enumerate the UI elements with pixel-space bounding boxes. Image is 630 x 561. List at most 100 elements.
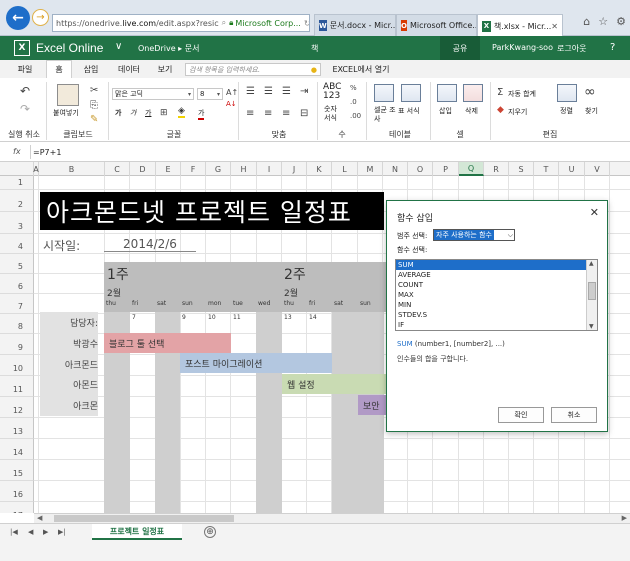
help-icon[interactable]: ? [610,42,615,53]
delete-cells-icon[interactable] [463,84,483,102]
back-button[interactable]: ← [6,6,30,30]
first-sheet-icon[interactable]: |◀ [10,528,18,536]
browser-tab[interactable]: X 책.xlsx - Micr... ✕ [477,14,563,37]
scroll-down-icon[interactable]: ▼ [589,323,594,330]
grow-font-icon[interactable]: A↑ [226,88,238,97]
number-format-icon[interactable]: ABC 123 [323,83,341,101]
function-item[interactable]: COUNT [396,280,586,290]
align-bottom-icon[interactable]: ☰ [282,86,291,97]
formula-input[interactable]: =P7+1 [30,145,618,159]
browser-tab[interactable]: W 문서.docx - Micr... [314,14,396,36]
bold-button[interactable]: 가 [115,108,121,118]
function-item[interactable]: MIN [396,300,586,310]
row-header[interactable]: 6 [0,274,34,294]
eraser-icon[interactable]: ◆ [497,105,504,115]
function-item[interactable]: IF [396,320,586,330]
sheet-title[interactable]: 아크몬드넷 프로젝트 일정표 [40,192,384,230]
address-bar[interactable]: https://onedrive.live.com/edit.aspx?resi… [52,14,310,32]
column-header[interactable]: D [130,162,156,176]
person-label[interactable]: 박광수 [40,337,98,350]
day-number[interactable]: 7 [132,314,136,321]
find-button[interactable]: 찾기 [585,106,598,116]
row-header[interactable]: 9 [0,334,34,355]
function-item[interactable]: STDEV.S [396,310,586,320]
person-label[interactable]: 아몬드 [40,378,98,391]
column-header[interactable]: G [206,162,231,176]
autosum-icon[interactable]: Σ [497,87,503,98]
align-middle-icon[interactable]: ☰ [264,86,273,97]
insert-cells-icon[interactable] [437,84,457,102]
home-icon[interactable]: ⌂ [583,15,590,28]
align-right-icon[interactable]: ≡ [282,108,290,119]
function-item[interactable]: AVERAGE [396,270,586,280]
underline-button[interactable]: 가 [145,108,151,118]
column-header[interactable]: H [231,162,257,176]
day-number[interactable]: 13 [284,314,292,321]
redo-icon[interactable]: ↷ [20,102,30,116]
category-select[interactable]: 자주 사용하는 함수 ⌵ [433,229,515,241]
close-tab-icon[interactable]: ✕ [551,22,558,31]
scroll-thumb[interactable] [54,515,234,522]
row-header[interactable]: 1 [0,176,34,190]
forward-button[interactable]: → [32,9,49,26]
task-bar[interactable]: 웹 설정 [282,374,392,394]
format-painter-icon[interactable]: ✎ [90,114,98,125]
row-header[interactable]: 7 [0,294,34,314]
wrap-text-icon[interactable]: ⇥ [300,86,308,97]
tell-me-input[interactable]: 검색 항목을 입력하세요. ● [185,63,321,76]
column-header[interactable]: M [358,162,383,176]
sort-icon[interactable] [557,84,577,102]
column-header[interactable]: K [307,162,332,176]
paste-button[interactable]: 붙여넣기 [53,108,79,118]
tab-file[interactable]: 파일 [10,60,40,78]
binoculars-icon[interactable]: ∞ [584,84,596,100]
delete-button[interactable]: 삭제 [465,106,478,116]
horizontal-scrollbar[interactable]: ◀ ▶ [34,513,630,523]
copy-icon[interactable]: ⎘ [90,100,98,111]
column-header[interactable]: Q [459,162,484,176]
day-number[interactable]: 11 [233,314,241,321]
column-header[interactable]: U [559,162,585,176]
column-header[interactable]: T [534,162,559,176]
column-header[interactable]: L [332,162,358,176]
function-list[interactable]: SUM AVERAGE COUNT MAX MIN STDEV.S IF ▲ ▼ [395,259,598,331]
day-number[interactable]: 10 [208,314,216,321]
select-all-corner[interactable] [0,162,34,176]
row-header[interactable]: 8 [0,314,34,334]
task-bar[interactable]: 블로그 툴 선택 [104,333,231,353]
row-header[interactable]: 13 [0,418,34,439]
autosum-button[interactable]: 자동 합계 [508,89,536,99]
column-header[interactable]: N [383,162,408,176]
next-sheet-icon[interactable]: ▶ [43,528,48,536]
column-header[interactable]: C [105,162,130,176]
share-button[interactable]: 공유 [440,36,480,60]
function-item[interactable]: MAX [396,290,586,300]
scroll-thumb[interactable] [588,282,596,300]
row-header[interactable]: 14 [0,439,34,460]
decrease-decimal-icon[interactable]: .00 [350,112,361,120]
align-left-icon[interactable]: ≡ [246,108,254,119]
task-bar[interactable]: 포스트 마이그레이션 [180,353,332,373]
add-sheet-icon[interactable]: ⊕ [204,526,216,538]
border-icon[interactable]: ⊞ [160,108,168,118]
tab-insert[interactable]: 삽입 [76,60,106,78]
search-icon[interactable]: ⌕ [222,18,226,28]
row-header[interactable]: 2 [0,190,34,212]
app-name[interactable]: Excel Online [36,41,103,55]
tab-view[interactable]: 보기 [150,60,180,78]
increase-decimal-icon[interactable]: .0 [350,98,357,106]
font-size-select[interactable]: 8 ▾ [197,88,223,100]
column-header[interactable]: F [181,162,206,176]
conditional-format-button[interactable]: 셀균 조사 [374,106,396,124]
column-header[interactable]: J [282,162,307,176]
person-label[interactable]: 아크몬드 [40,358,98,371]
clear-button[interactable]: 지우기 [508,107,527,117]
function-list-scrollbar[interactable]: ▲ ▼ [586,260,597,330]
column-header[interactable]: B [39,162,105,176]
row-header[interactable]: 10 [0,355,34,376]
ok-button[interactable]: 확인 [498,407,544,423]
row-header[interactable]: 15 [0,460,34,481]
row-header[interactable]: 12 [0,397,34,418]
number-format-button[interactable]: 숫자 서식 [324,105,342,123]
font-name-select[interactable]: 맑은 고딕 ▾ [112,88,194,100]
